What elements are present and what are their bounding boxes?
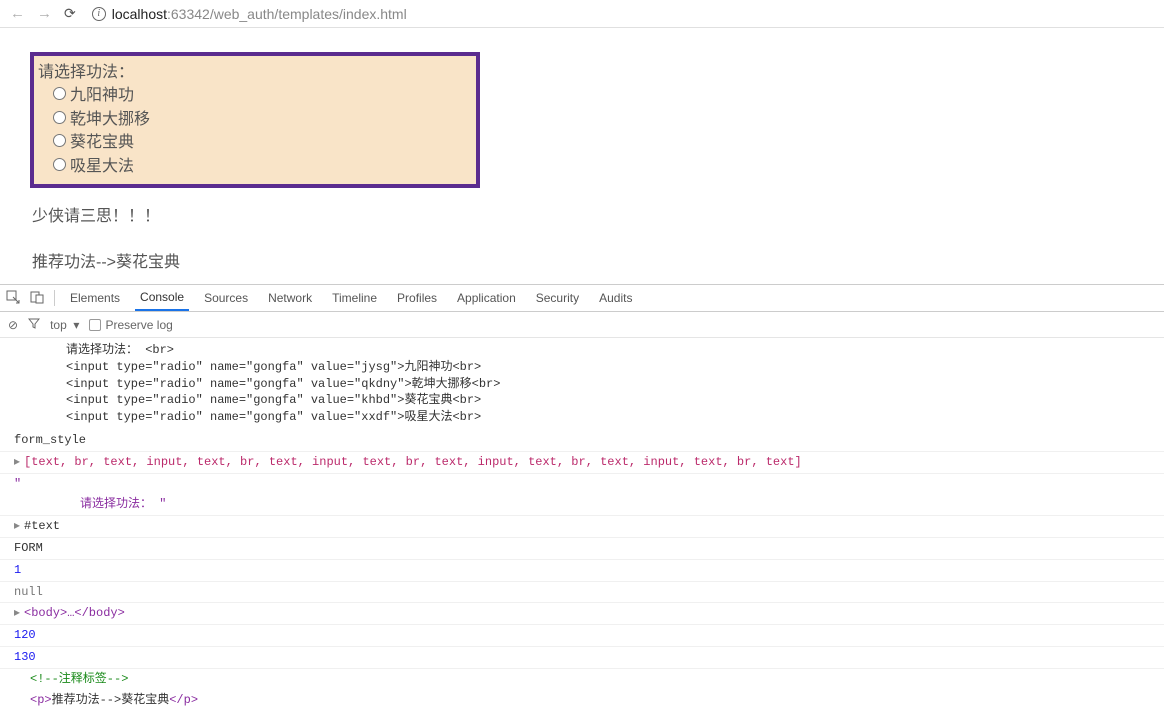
- radio-label: 九阳神功: [70, 87, 134, 104]
- console-line: <input type="radio" name="gongfa" value=…: [0, 392, 1164, 409]
- device-icon[interactable]: [30, 290, 44, 307]
- radio-label: 吸星大法: [70, 158, 134, 175]
- tab-timeline[interactable]: Timeline: [327, 285, 382, 311]
- address-bar[interactable]: i localhost:63342/web_auth/templates/ind…: [86, 6, 1156, 22]
- tab-profiles[interactable]: Profiles: [392, 285, 442, 311]
- browser-toolbar: ← → ⟳ i localhost:63342/web_auth/templat…: [0, 0, 1164, 28]
- tab-network[interactable]: Network: [263, 285, 317, 311]
- prompt-label: 请选择功法：: [38, 62, 472, 84]
- console-line: <input type="radio" name="gongfa" value=…: [0, 376, 1164, 393]
- devtools-panel: Elements Console Sources Network Timelin…: [0, 284, 1164, 714]
- console-rec-p: <p>推荐功法-->葵花宝典</p>: [0, 690, 1164, 711]
- forward-icon[interactable]: →: [35, 5, 54, 22]
- console-line: 请选择功法： <br>: [0, 342, 1164, 359]
- console-array[interactable]: ▸[text, br, text, input, text, br, text,…: [0, 452, 1164, 474]
- context-select[interactable]: top ▾: [50, 318, 79, 332]
- tab-elements[interactable]: Elements: [65, 285, 125, 311]
- radio-label: 葵花宝典: [70, 134, 134, 151]
- filter-icon[interactable]: [28, 317, 40, 332]
- tab-sources[interactable]: Sources: [199, 285, 253, 311]
- console-line: FORM: [0, 538, 1164, 560]
- inspect-icon[interactable]: [6, 290, 20, 307]
- tab-console[interactable]: Console: [135, 285, 189, 311]
- recommend-text: 推荐功法-->葵花宝典: [32, 248, 1134, 272]
- url-path: :63342/web_auth/templates/index.html: [167, 6, 407, 22]
- page-content: 请选择功法： 九阳神功 乾坤大挪移 葵花宝典 吸星大法 少侠请三思！！！ 推荐功…: [0, 28, 1164, 284]
- console-line: null: [0, 582, 1164, 604]
- radio-khbd[interactable]: [53, 134, 66, 147]
- radio-qkdny[interactable]: [53, 111, 66, 124]
- warning-text: 少侠请三思！！！: [32, 202, 1134, 226]
- console-line: <input type="radio" name="gongfa" value=…: [0, 359, 1164, 376]
- option-row: 九阳神功: [38, 84, 472, 107]
- console-line: <input type="radio" name="gongfa" value=…: [0, 409, 1164, 426]
- console-comment: <!--注释标签-->: [0, 669, 1164, 690]
- tab-application[interactable]: Application: [452, 285, 521, 311]
- console-line: 120: [0, 625, 1164, 647]
- radio-label: 乾坤大挪移: [70, 111, 150, 128]
- console-line: 请选择功法： ": [0, 494, 1164, 516]
- reload-icon[interactable]: ⟳: [62, 5, 78, 22]
- option-row: 乾坤大挪移: [38, 108, 472, 131]
- console-body-node[interactable]: ▸<body>…</body>: [0, 603, 1164, 625]
- tab-security[interactable]: Security: [531, 285, 584, 311]
- console-line: ": [0, 474, 1164, 495]
- tab-audits[interactable]: Audits: [594, 285, 637, 311]
- console-filter-bar: ⊘ top ▾ Preserve log: [0, 312, 1164, 338]
- radio-jysg[interactable]: [53, 87, 66, 100]
- url-host: localhost: [112, 6, 167, 22]
- clear-console-icon[interactable]: ⊘: [8, 318, 18, 332]
- console-line: 130: [0, 647, 1164, 669]
- back-icon[interactable]: ←: [8, 5, 27, 22]
- site-info-icon[interactable]: i: [92, 7, 106, 21]
- console-line: form_style: [0, 430, 1164, 452]
- console-output: 请选择功法： <br> <input type="radio" name="go…: [0, 338, 1164, 714]
- option-row: 葵花宝典: [38, 131, 472, 154]
- radio-xxdf[interactable]: [53, 158, 66, 171]
- console-textnode[interactable]: ▸#text: [0, 516, 1164, 538]
- gongfa-form: 请选择功法： 九阳神功 乾坤大挪移 葵花宝典 吸星大法: [30, 52, 480, 188]
- devtools-tabbar: Elements Console Sources Network Timelin…: [0, 285, 1164, 312]
- preserve-log-checkbox[interactable]: Preserve log: [89, 318, 172, 332]
- console-line: 1: [0, 560, 1164, 582]
- option-row: 吸星大法: [38, 155, 472, 178]
